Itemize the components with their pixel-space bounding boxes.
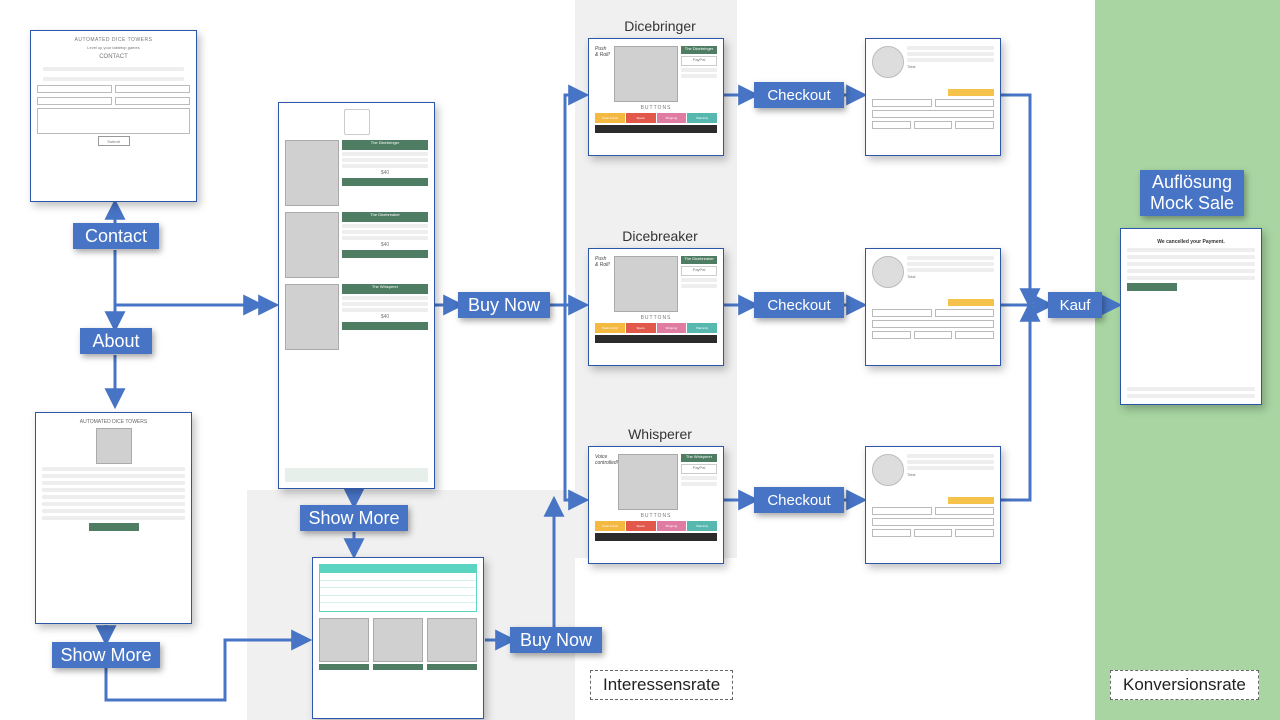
card-mock-sale-resolution: We cancelled your Payment. (1120, 228, 1262, 405)
card-about: AUTOMATED DICE TOWERS (35, 412, 192, 624)
card-detail-compare (312, 557, 484, 719)
btn-kauf[interactable]: Kauf (1048, 292, 1102, 318)
contact-sub: Level up your tabletop games (37, 45, 190, 50)
diagram-canvas: { "buttons": { "contact": "Contact", "ab… (0, 0, 1280, 720)
title-dicebringer: Dicebringer (610, 18, 710, 34)
btn-about[interactable]: About (80, 328, 152, 354)
title-dicebreaker: Dicebreaker (610, 228, 710, 244)
mini-product1: The Dicebringer (342, 140, 428, 150)
card-cart-3: Total (865, 446, 1001, 564)
contact-header: AUTOMATED DICE TOWERS (37, 37, 190, 43)
auflosung-line2: Mock Sale (1150, 193, 1234, 214)
mini-product2: The Dicebreaker (342, 212, 428, 222)
card-dicebreaker: Push & Roll! The Dicebreaker PayPal BUTT… (588, 248, 724, 366)
card-whisperer: Voice controlled! The Whisperer PayPal B… (588, 446, 724, 564)
btn-buy-now-top[interactable]: Buy Now (458, 292, 550, 318)
card-contact-form: AUTOMATED DICE TOWERS Level up your tabl… (30, 30, 197, 202)
card-dicebringer: Push & Roll! The Dicebringer PayPal BUTT… (588, 38, 724, 156)
btn-show-more-center[interactable]: Show More (300, 505, 408, 531)
btn-checkout-1[interactable]: Checkout (754, 82, 844, 108)
btn-auflosung-mock-sale[interactable]: Auflösung Mock Sale (1140, 170, 1244, 216)
zone-label-interesse: Interessensrate (590, 670, 733, 700)
card-product-list: The Dicebringer $40 The Dicebreaker $40 … (278, 102, 435, 489)
title-whisperer: Whisperer (610, 426, 710, 442)
btn-contact[interactable]: Contact (73, 223, 159, 249)
card-cart-1: Total (865, 38, 1001, 156)
btn-checkout-3[interactable]: Checkout (754, 487, 844, 513)
auflosung-line1: Auflösung (1152, 172, 1232, 193)
btn-show-more-left[interactable]: Show More (52, 642, 160, 668)
card-cart-2: Total (865, 248, 1001, 366)
cancel-title: We cancelled your Payment. (1127, 239, 1255, 245)
zone-label-konversion: Konversionsrate (1110, 670, 1259, 700)
submit-mini: Submit (98, 136, 130, 146)
btn-buy-now-bottom[interactable]: Buy Now (510, 627, 602, 653)
mini-product3: The Whisperer (342, 284, 428, 294)
btn-checkout-2[interactable]: Checkout (754, 292, 844, 318)
contact-title: CONTACT (37, 54, 190, 60)
